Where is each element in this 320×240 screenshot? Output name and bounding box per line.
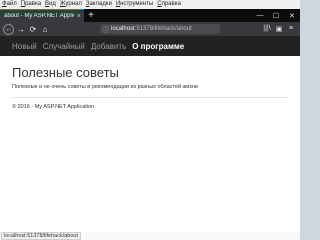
maximize-icon[interactable]: ☐	[268, 12, 284, 20]
divider	[12, 97, 288, 98]
status-url: localhost:51378/lifehack/about	[1, 232, 81, 240]
menu-bar: Файл Правка Вид Журнал Закладки Инструме…	[0, 0, 300, 9]
menu-view[interactable]: Вид	[45, 0, 56, 9]
home-icon[interactable]: ⌂	[40, 24, 50, 34]
nav-random[interactable]: Случайный	[43, 42, 85, 51]
footer-text: © 2016 - My ASP.NET Application	[12, 104, 95, 110]
hamburger-menu-icon[interactable]: ≡	[285, 25, 297, 33]
page-content: Полезные советы Полезные и не очень сове…	[0, 56, 300, 110]
nav-new[interactable]: Новый	[12, 42, 37, 51]
menu-history[interactable]: Журнал	[60, 0, 82, 9]
back-icon[interactable]: ←	[3, 23, 14, 35]
site-info-icon[interactable]: ⓘ	[103, 25, 109, 34]
library-icon[interactable]: |||\	[261, 25, 273, 33]
url-host: localhost	[111, 26, 135, 32]
nav-about[interactable]: О программе	[132, 42, 184, 51]
address-url: localhost:51378/lifehack/about	[111, 26, 192, 32]
menu-tools[interactable]: Инструменты	[116, 0, 153, 9]
tab-strip: about - My ASP.NET Application × + — ☐ ✕	[0, 9, 300, 22]
page-title: Полезные советы	[12, 65, 119, 80]
window-close-icon[interactable]: ✕	[284, 12, 300, 20]
status-bar: localhost:51378/lifehack/about	[0, 232, 300, 240]
nav-add[interactable]: Добавить	[91, 42, 126, 51]
page-viewport: Новый Случайный Добавить О программе Пол…	[0, 36, 300, 232]
menu-help[interactable]: Справка	[157, 0, 181, 9]
address-bar[interactable]: ⓘ localhost:51378/lifehack/about	[100, 24, 220, 34]
sidebar-icon[interactable]: ▣	[273, 25, 285, 33]
menu-file[interactable]: Файл	[2, 0, 17, 9]
navigation-toolbar: ← → ⟳ ⌂ ⓘ localhost:51378/lifehack/about…	[0, 22, 300, 36]
site-navbar: Новый Случайный Добавить О программе	[0, 36, 300, 56]
window-controls: — ☐ ✕	[252, 9, 300, 22]
minimize-icon[interactable]: —	[252, 12, 268, 19]
tab-close-icon[interactable]: ×	[77, 12, 81, 21]
menu-bookmarks[interactable]: Закладки	[86, 0, 112, 9]
tab-title: about - My ASP.NET Application	[4, 13, 74, 19]
browser-tab[interactable]: about - My ASP.NET Application ×	[0, 9, 84, 22]
menu-edit[interactable]: Правка	[21, 0, 41, 9]
forward-icon[interactable]: →	[16, 24, 26, 34]
reload-icon[interactable]: ⟳	[28, 24, 38, 34]
page-subtitle: Полезные и не очень советы и рекомендаци…	[12, 84, 198, 90]
url-path: :51378/lifehack/about	[134, 26, 192, 32]
toolbar-right-icons: |||\ ▣ ≡	[261, 25, 297, 33]
new-tab-icon[interactable]: +	[84, 9, 98, 22]
